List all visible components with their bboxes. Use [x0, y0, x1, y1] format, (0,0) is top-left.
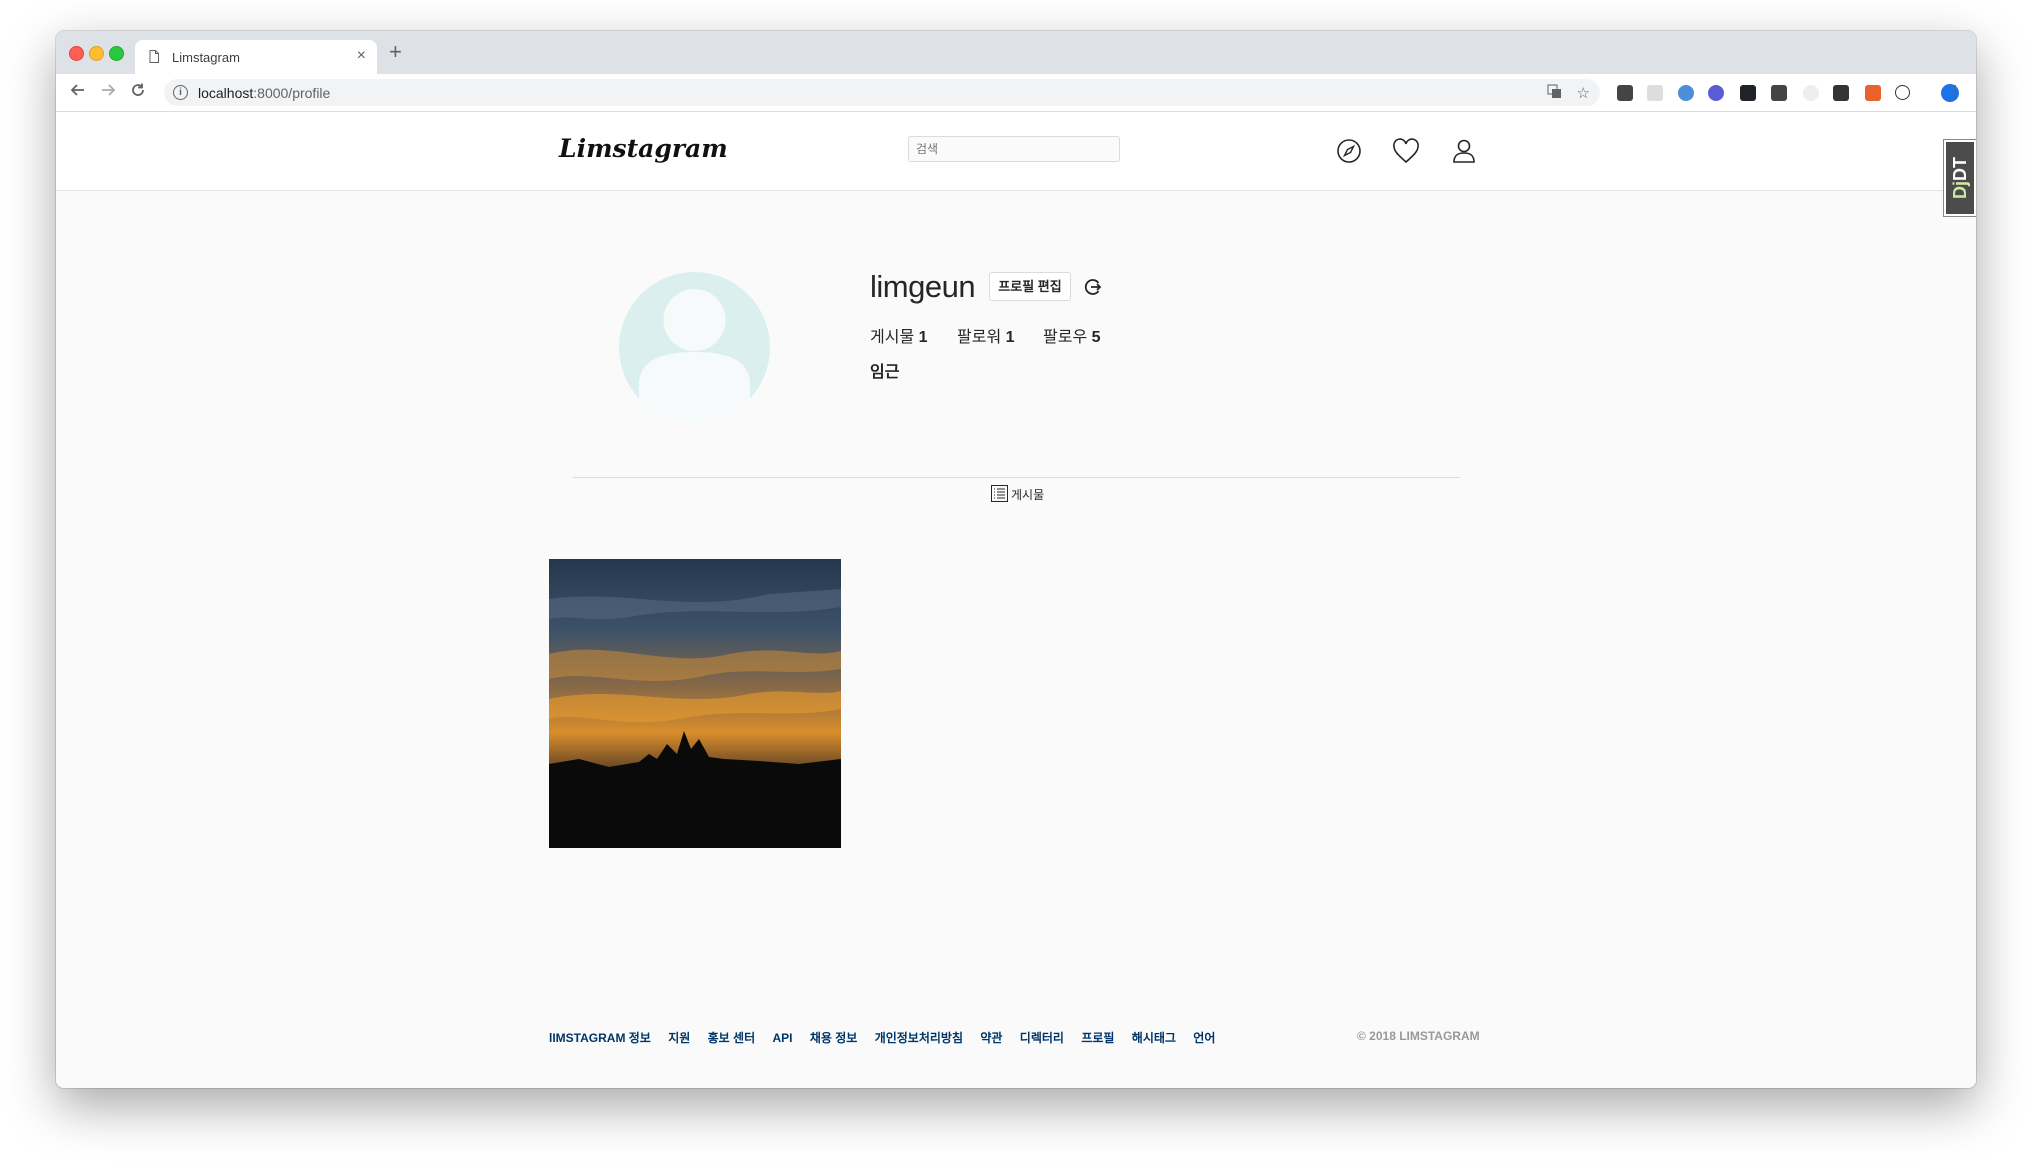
- footer-link[interactable]: 프로필: [1081, 1031, 1114, 1045]
- profile-full-name: 임근: [870, 364, 900, 381]
- browser-window: Limstagram × + i localhost:8000/profile …: [56, 31, 1976, 1088]
- django-debug-toolbar-handle[interactable]: DjDT: [1944, 140, 1976, 216]
- stat-posts[interactable]: 게시물 1: [870, 323, 928, 347]
- copyright-text: © 2018 LIMSTAGRAM: [1357, 1029, 1480, 1043]
- footer-link[interactable]: 개인정보처리방침: [875, 1031, 963, 1045]
- forward-arrow-icon[interactable]: [98, 82, 118, 102]
- stat-following[interactable]: 팔로우 5: [1043, 323, 1101, 347]
- close-window-button[interactable]: [69, 46, 84, 61]
- footer-link[interactable]: lIMSTAGRAM 정보: [549, 1031, 651, 1045]
- logout-icon[interactable]: [1084, 278, 1102, 301]
- tab-strip: Limstagram × +: [56, 31, 1976, 74]
- explore-compass-icon[interactable]: [1336, 138, 1362, 169]
- minimize-window-button[interactable]: [89, 46, 104, 61]
- extension-icon-4[interactable]: [1708, 85, 1724, 101]
- grid-list-icon: [991, 485, 1008, 507]
- close-tab-icon[interactable]: ×: [357, 47, 366, 65]
- site-header: Limstagram DjDT: [56, 112, 1976, 216]
- profile-user-icon[interactable]: [1452, 138, 1476, 169]
- footer-link[interactable]: 약관: [980, 1031, 1002, 1045]
- browser-toolbar: i localhost:8000/profile ☆ ⋮: [56, 74, 1976, 112]
- stat-followers[interactable]: 팔로워 1: [957, 323, 1015, 347]
- profile-divider: [573, 477, 1460, 478]
- reload-icon[interactable]: [128, 82, 148, 102]
- post-thumbnail[interactable]: [549, 559, 841, 848]
- footer-link[interactable]: 홍보 센터: [708, 1031, 756, 1045]
- back-arrow-icon[interactable]: [68, 82, 88, 102]
- extension-icon-8[interactable]: [1833, 85, 1849, 101]
- extension-icon-10[interactable]: [1895, 85, 1910, 100]
- extension-icon-3[interactable]: [1678, 85, 1694, 101]
- extension-icon-1[interactable]: [1617, 85, 1633, 101]
- extension-icon-9[interactable]: [1865, 85, 1881, 101]
- profile-username: limgeun: [870, 269, 976, 304]
- extension-icon-2[interactable]: [1647, 85, 1663, 101]
- footer-link[interactable]: 지원: [668, 1031, 690, 1045]
- site-logo[interactable]: Limstagram: [559, 134, 728, 163]
- extension-icon-6[interactable]: [1771, 85, 1787, 101]
- avatar: [619, 272, 770, 423]
- bookmark-star-icon[interactable]: ☆: [1577, 84, 1590, 102]
- react-devtools-icon[interactable]: [1740, 85, 1756, 101]
- edit-profile-button[interactable]: 프로필 편집: [989, 272, 1071, 301]
- browser-tab[interactable]: Limstagram ×: [135, 40, 377, 74]
- web-page: Limstagram DjDT: [56, 112, 1976, 1088]
- footer-link[interactable]: 언어: [1193, 1031, 1215, 1045]
- site-info-icon[interactable]: i: [173, 85, 188, 100]
- tab-posts[interactable]: 게시물: [1011, 486, 1044, 503]
- address-bar[interactable]: i localhost:8000/profile ☆: [164, 79, 1600, 106]
- translate-icon[interactable]: [1547, 84, 1562, 103]
- tab-title: Limstagram: [172, 50, 240, 65]
- footer-link[interactable]: 해시태그: [1132, 1031, 1176, 1045]
- extension-icon-7[interactable]: [1803, 85, 1819, 101]
- footer-links: lIMSTAGRAM 정보 지원 홍보 센터 API 채용 정보 개인정보처리방…: [549, 1029, 1229, 1046]
- zoom-window-button[interactable]: [109, 46, 124, 61]
- url-text: localhost:8000/profile: [198, 85, 331, 101]
- heart-icon[interactable]: [1392, 138, 1420, 169]
- page-icon: [149, 50, 159, 63]
- browser-menu-icon[interactable]: ⋮: [1946, 82, 1964, 103]
- footer-link[interactable]: API: [772, 1031, 792, 1045]
- footer-link[interactable]: 채용 정보: [810, 1031, 858, 1045]
- new-tab-button[interactable]: +: [389, 41, 402, 63]
- search-input[interactable]: [908, 136, 1120, 162]
- footer-link[interactable]: 디렉터리: [1020, 1031, 1064, 1045]
